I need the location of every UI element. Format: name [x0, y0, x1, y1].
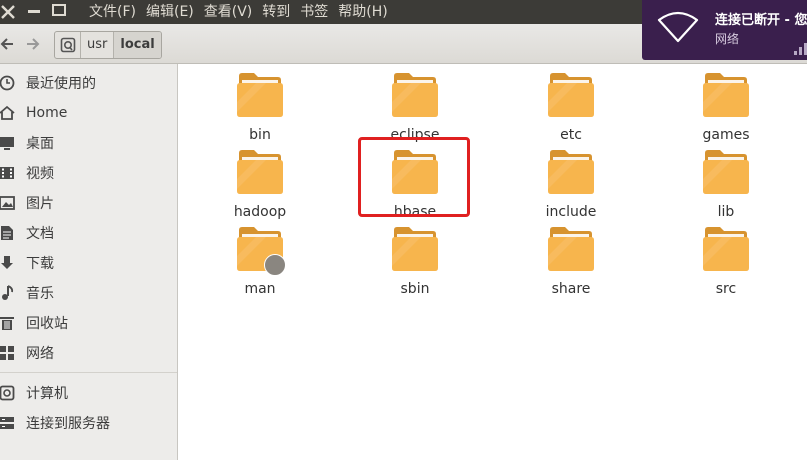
sidebar-item-label: 图片 — [26, 196, 54, 212]
sidebar-item-connect-server[interactable]: 连接到服务器 — [0, 411, 110, 435]
crumb-usr[interactable]: usr — [81, 32, 115, 58]
folder-label: src — [715, 281, 737, 297]
document-icon — [0, 224, 16, 242]
desktop-icon — [0, 134, 16, 152]
sidebar-divider — [0, 372, 177, 373]
menu-bookmarks[interactable]: 书签 — [300, 2, 328, 22]
home-icon — [0, 104, 16, 122]
folder-bin[interactable]: bin — [210, 72, 310, 143]
arrow-right-icon[interactable] — [22, 32, 44, 56]
sidebar-item-recent[interactable]: 最近使用的 — [0, 71, 96, 95]
image-icon — [0, 194, 16, 212]
folder-label: games — [702, 127, 750, 143]
menu-go[interactable]: 转到 — [262, 2, 290, 22]
sidebar-item-label: 最近使用的 — [26, 76, 96, 92]
symlink-icon — [264, 254, 310, 276]
file-view: bin eclipse etc games hadoop hbase include lib m… — [179, 64, 807, 460]
folder-label: share — [551, 281, 591, 297]
download-icon — [0, 254, 16, 272]
network-notification: 连接已断开 - 您 网络 — [642, 0, 807, 60]
sidebar-item-label: 桌面 — [26, 136, 54, 152]
sidebar-item-label: 回收站 — [26, 316, 68, 332]
close-window-icon[interactable] — [0, 4, 15, 19]
menu-file[interactable]: 文件(F) — [89, 2, 136, 22]
folder-games[interactable]: games — [676, 72, 776, 143]
sidebar-item-music[interactable]: 音乐 — [0, 281, 54, 305]
menu-view[interactable]: 查看(V) — [204, 2, 253, 22]
trash-icon — [0, 314, 16, 332]
folder-lib[interactable]: lib — [676, 149, 776, 220]
highlight-box — [358, 137, 470, 217]
folder-sbin[interactable]: sbin — [365, 226, 465, 297]
sidebar-item-network[interactable]: 网络 — [0, 341, 54, 365]
minimize-window-icon[interactable] — [28, 10, 40, 13]
sidebar-item-videos[interactable]: 视频 — [0, 161, 54, 185]
sidebar-item-trash[interactable]: 回收站 — [0, 311, 68, 335]
menu-edit[interactable]: 编辑(E) — [146, 2, 194, 22]
sidebar-item-label: 网络 — [26, 346, 54, 362]
sidebar-item-home[interactable]: Home — [0, 101, 67, 125]
sidebar-item-label: 音乐 — [26, 286, 54, 302]
folder-eclipse[interactable]: eclipse — [365, 72, 465, 143]
music-icon — [0, 284, 16, 302]
arrow-left-icon[interactable] — [0, 32, 18, 56]
sidebar-item-pictures[interactable]: 图片 — [0, 191, 54, 215]
folder-etc[interactable]: etc — [521, 72, 621, 143]
network-icon — [0, 344, 16, 362]
folder-label: etc — [560, 127, 582, 143]
clock-icon — [0, 74, 16, 92]
filesystem-root-button[interactable] — [55, 32, 81, 58]
wifi-icon — [656, 10, 700, 48]
sidebar-item-label: 视频 — [26, 166, 54, 182]
sidebar-item-label: 文档 — [26, 226, 54, 242]
folder-hadoop[interactable]: hadoop — [210, 149, 310, 220]
folder-label: bin — [249, 127, 271, 143]
sidebar: 最近使用的 Home 桌面 视频 图片 文档 下载 音乐 回收站 网络 计算机 — [0, 64, 178, 460]
folder-label: lib — [717, 204, 735, 220]
folder-label: include — [545, 204, 597, 220]
sidebar-item-computer[interactable]: 计算机 — [0, 381, 68, 405]
server-icon — [0, 414, 16, 432]
folder-label: sbin — [400, 281, 430, 297]
folder-include[interactable]: include — [521, 149, 621, 220]
sidebar-item-label: 连接到服务器 — [26, 416, 110, 432]
sidebar-item-label: Home — [26, 105, 68, 121]
film-icon — [0, 164, 16, 182]
folder-label: man — [244, 281, 276, 297]
folder-label: hadoop — [233, 204, 287, 220]
folder-man[interactable]: man — [210, 226, 310, 297]
crumb-local[interactable]: local — [114, 32, 161, 58]
sidebar-item-label: 下载 — [26, 256, 54, 272]
folder-share[interactable]: share — [521, 226, 621, 297]
sidebar-item-label: 计算机 — [26, 386, 68, 402]
maximize-window-icon[interactable] — [52, 4, 66, 16]
folder-src[interactable]: src — [676, 226, 776, 297]
sidebar-item-downloads[interactable]: 下载 — [0, 251, 54, 275]
computer-icon — [0, 384, 16, 402]
sidebar-item-desktop[interactable]: 桌面 — [0, 131, 54, 155]
sidebar-item-documents[interactable]: 文档 — [0, 221, 54, 245]
notification-body: 网络 — [715, 32, 740, 46]
signal-bars-icon — [794, 40, 807, 59]
notification-title: 连接已断开 - 您 — [715, 13, 807, 28]
drive-icon — [60, 37, 75, 53]
menu-help[interactable]: 帮助(H) — [338, 2, 387, 22]
breadcrumb: usr local — [54, 31, 162, 59]
